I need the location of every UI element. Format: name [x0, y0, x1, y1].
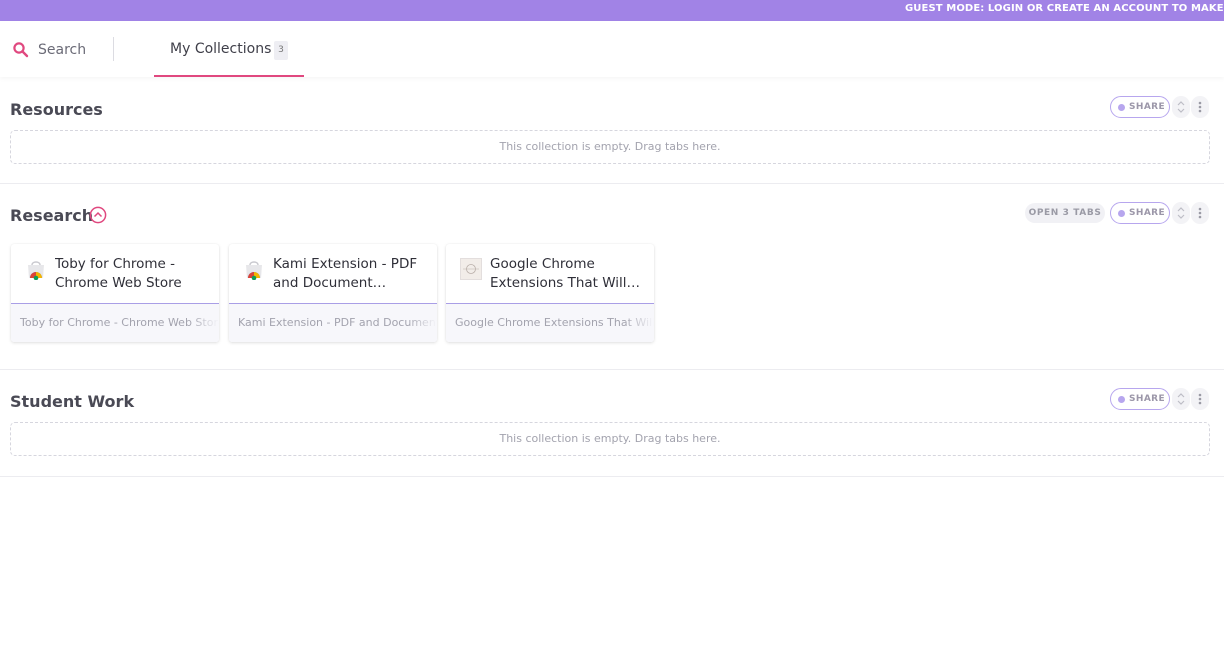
- sort-chevrons-icon: [1177, 393, 1185, 405]
- card-footer: Kami Extension - PDF and Document Annota…: [229, 304, 437, 342]
- sort-button[interactable]: [1172, 202, 1190, 224]
- more-vertical-icon: [1198, 101, 1202, 113]
- top-bar: Search My Collections 3: [0, 21, 1224, 77]
- collection-research: Research OPEN 3 TABS SHARE Toby for Chro…: [0, 184, 1224, 370]
- collection-resources: Resources SHARE This collection is empty…: [0, 77, 1224, 184]
- banner-text: GUEST MODE: LOGIN OR CREATE AN ACCOUNT T…: [905, 3, 1224, 14]
- more-options-button[interactable]: [1191, 388, 1209, 410]
- sort-chevrons-icon: [1177, 101, 1185, 113]
- empty-dropzone[interactable]: This collection is empty. Drag tabs here…: [10, 422, 1210, 456]
- guest-mode-banner: GUEST MODE: LOGIN OR CREATE AN ACCOUNT T…: [0, 0, 1224, 21]
- site-favicon-icon: [460, 258, 482, 280]
- sort-button[interactable]: [1172, 96, 1190, 118]
- share-dot-icon: [1118, 104, 1125, 111]
- tab-my-collections[interactable]: My Collections 3: [154, 21, 304, 77]
- empty-dropzone[interactable]: This collection is empty. Drag tabs here…: [10, 130, 1210, 164]
- collection-title[interactable]: Resources: [10, 100, 103, 119]
- tab-card[interactable]: Toby for Chrome - Chrome Web Store Toby …: [11, 244, 219, 342]
- collection-title[interactable]: Student Work: [10, 392, 134, 411]
- share-dot-icon: [1118, 396, 1125, 403]
- card-title: Toby for Chrome - Chrome Web Store: [55, 256, 182, 291]
- more-vertical-icon: [1198, 207, 1202, 219]
- sort-chevrons-icon: [1177, 207, 1185, 219]
- tab-card[interactable]: Kami Extension - PDF and Document… Kami …: [229, 244, 437, 342]
- collection-student-work: Student Work SHARE This collection is em…: [0, 370, 1224, 477]
- share-button[interactable]: SHARE: [1110, 202, 1170, 224]
- chrome-web-store-icon: [28, 261, 44, 280]
- sort-button[interactable]: [1172, 388, 1190, 410]
- divider: [113, 37, 114, 61]
- search-icon: [13, 42, 29, 58]
- share-dot-icon: [1118, 210, 1125, 217]
- more-options-button[interactable]: [1191, 202, 1209, 224]
- open-all-tabs-button[interactable]: OPEN 3 TABS: [1025, 203, 1105, 223]
- more-vertical-icon: [1198, 393, 1202, 405]
- card-title: Kami Extension - PDF and Document…: [273, 256, 418, 291]
- collection-title[interactable]: Research: [10, 206, 93, 225]
- search-button[interactable]: Search: [12, 39, 86, 61]
- card-footer: Toby for Chrome - Chrome Web Store: [11, 304, 219, 342]
- chrome-web-store-icon: [246, 261, 262, 280]
- card-title: Google Chrome Extensions That Will…: [490, 256, 641, 291]
- share-button[interactable]: SHARE: [1110, 388, 1170, 410]
- card-footer: Google Chrome Extensions That Will: [446, 304, 654, 342]
- search-label: Search: [38, 42, 87, 58]
- tab-card[interactable]: Google Chrome Extensions That Will… Goog…: [446, 244, 654, 342]
- tab-label: My Collections: [170, 41, 272, 57]
- collapse-icon[interactable]: [89, 206, 107, 224]
- collection-count-badge: 3: [274, 41, 288, 60]
- more-options-button[interactable]: [1191, 96, 1209, 118]
- share-button[interactable]: SHARE: [1110, 96, 1170, 118]
